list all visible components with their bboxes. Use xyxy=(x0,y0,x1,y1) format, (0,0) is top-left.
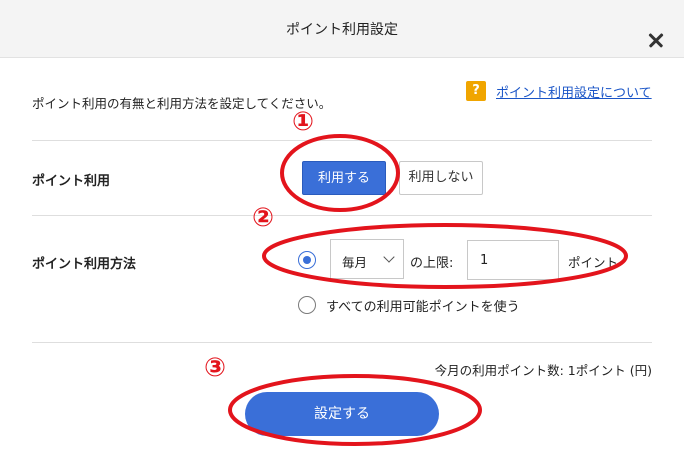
limit-label: の上限: xyxy=(410,256,454,271)
chevron-down-icon xyxy=(383,251,395,263)
no-points-button[interactable]: 利用しない xyxy=(399,161,483,195)
month-points-text: 今月の利用ポイント数: 1ポイント (円) xyxy=(434,363,652,378)
all-points-label[interactable]: すべての利用可能ポイントを使う xyxy=(326,296,520,315)
dialog-title: ポイント利用設定 xyxy=(286,22,398,38)
divider xyxy=(32,342,652,343)
help-icon: ? xyxy=(466,81,486,101)
frequency-select[interactable]: 毎月 xyxy=(330,239,404,279)
divider xyxy=(32,140,652,141)
limit-unit: ポイント xyxy=(568,255,619,270)
annotation-step-2: ② xyxy=(251,203,274,233)
limit-input[interactable] xyxy=(467,240,559,280)
usage-label: ポイント利用 xyxy=(32,174,111,189)
divider xyxy=(32,215,652,216)
close-icon[interactable] xyxy=(644,28,668,52)
annotation-step-3: ③ xyxy=(203,353,226,383)
dialog-header: ポイント利用設定 xyxy=(0,0,684,58)
all-points-radio[interactable] xyxy=(298,296,316,314)
frequency-value: 毎月 xyxy=(342,255,368,270)
limit-radio[interactable] xyxy=(298,251,316,269)
method-label: ポイント利用方法 xyxy=(32,257,137,272)
submit-button[interactable]: 設定する xyxy=(245,392,439,436)
annotation-overlay xyxy=(228,134,628,446)
use-points-button[interactable]: 利用する xyxy=(302,161,386,195)
help-link[interactable]: ポイント利用設定について xyxy=(496,82,652,101)
annotation-step-1: ① xyxy=(291,107,314,137)
